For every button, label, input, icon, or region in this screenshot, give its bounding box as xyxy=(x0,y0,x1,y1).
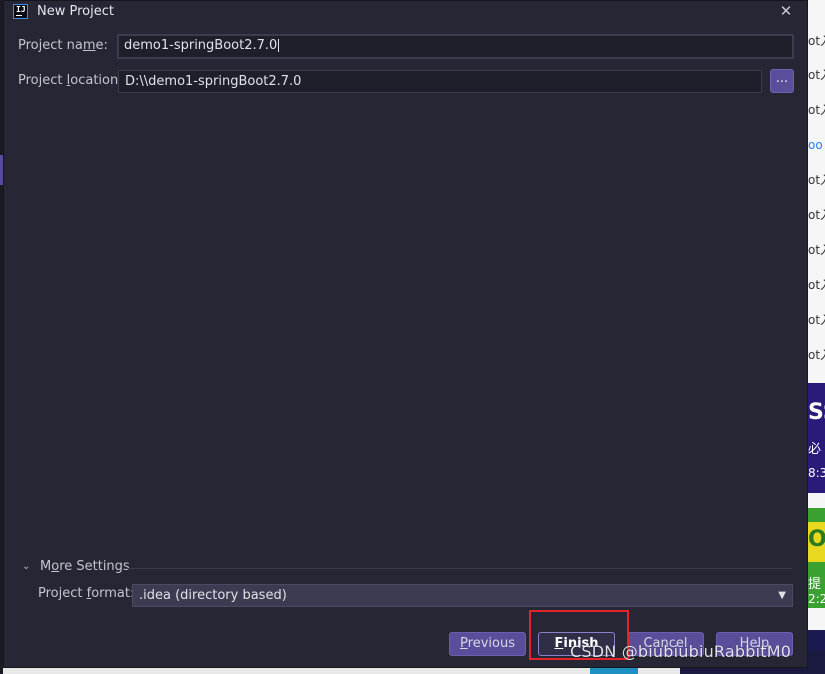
separator xyxy=(126,568,792,569)
app-icon-text: IJ xyxy=(16,5,26,14)
app-icon-bar xyxy=(16,15,22,16)
background-card-text: O xyxy=(808,527,825,552)
background-card-text: 提 xyxy=(808,577,822,592)
new-project-dialog: IJ New Project ✕ Project name: demo1-spr… xyxy=(3,0,808,668)
project-name-input[interactable]: demo1-springBoot2.7.0 xyxy=(117,34,794,59)
title-bar[interactable]: IJ New Project ✕ xyxy=(4,1,807,23)
background-text: ot入 xyxy=(808,103,825,117)
project-format-value: .idea (directory based) xyxy=(139,588,287,603)
background-card-text: 必 xyxy=(808,442,822,457)
button-label: revious xyxy=(467,636,515,651)
label-text: ormat: xyxy=(91,586,135,601)
background-text: ot入 xyxy=(808,278,825,292)
cancel-button[interactable]: Cancel xyxy=(627,632,704,656)
button-mnemonic: P xyxy=(460,636,468,651)
background-text: ot入 xyxy=(808,243,825,257)
button-label: inish xyxy=(563,636,599,651)
label-text: Project na xyxy=(18,38,83,53)
browse-button[interactable]: ... xyxy=(770,69,794,93)
project-name-label: Project name: xyxy=(18,38,108,53)
background-text: ot入 xyxy=(808,208,825,222)
project-format-label: Project format: xyxy=(38,586,134,601)
project-location-input[interactable]: D:\\demo1-springBoot2.7.0 xyxy=(118,70,762,93)
background-text: ot入 xyxy=(808,68,825,82)
help-button[interactable]: Help xyxy=(716,632,793,656)
background-text: ot入 xyxy=(808,348,825,362)
finish-button[interactable]: Finish xyxy=(538,632,615,656)
background-link: oo xyxy=(808,138,823,152)
background-card-image: O 提 2:2 xyxy=(808,508,825,608)
label-text: ocation: xyxy=(70,73,123,88)
background-card-text: 8:3 xyxy=(808,466,825,480)
background-text: ot入 xyxy=(808,34,825,48)
dialog-title: New Project xyxy=(37,4,114,19)
more-settings-label: More Settings xyxy=(40,559,130,574)
project-name-value: demo1-springBoot2.7.0 xyxy=(124,38,278,53)
background-card-image: SS 必 8:3 xyxy=(808,383,825,493)
label-mnemonic: o xyxy=(51,559,60,574)
dropdown-arrow-icon: ▼ xyxy=(778,590,786,601)
background-card-text: SS xyxy=(808,400,825,425)
chevron-down-icon: ⌄ xyxy=(22,561,31,572)
label-text: M xyxy=(40,559,52,574)
label-text: e: xyxy=(95,38,108,53)
label-mnemonic: m xyxy=(82,38,96,53)
project-format-select[interactable]: .idea (directory based) ▼ xyxy=(132,584,793,607)
close-icon[interactable]: ✕ xyxy=(774,1,798,21)
label-text: Project xyxy=(38,586,87,601)
project-location-label: Project location: xyxy=(18,73,123,88)
label-text: Project xyxy=(18,73,67,88)
text-caret xyxy=(278,39,280,52)
previous-button[interactable]: Previous xyxy=(449,632,526,656)
background-text: ot入 xyxy=(808,313,825,327)
background-card-text: 2:2 xyxy=(808,592,825,606)
background-text: ot入 xyxy=(808,173,825,187)
label-text: re Settings xyxy=(59,559,130,574)
intellij-app-icon: IJ xyxy=(13,4,28,19)
project-location-value: D:\\demo1-springBoot2.7.0 xyxy=(125,74,302,89)
